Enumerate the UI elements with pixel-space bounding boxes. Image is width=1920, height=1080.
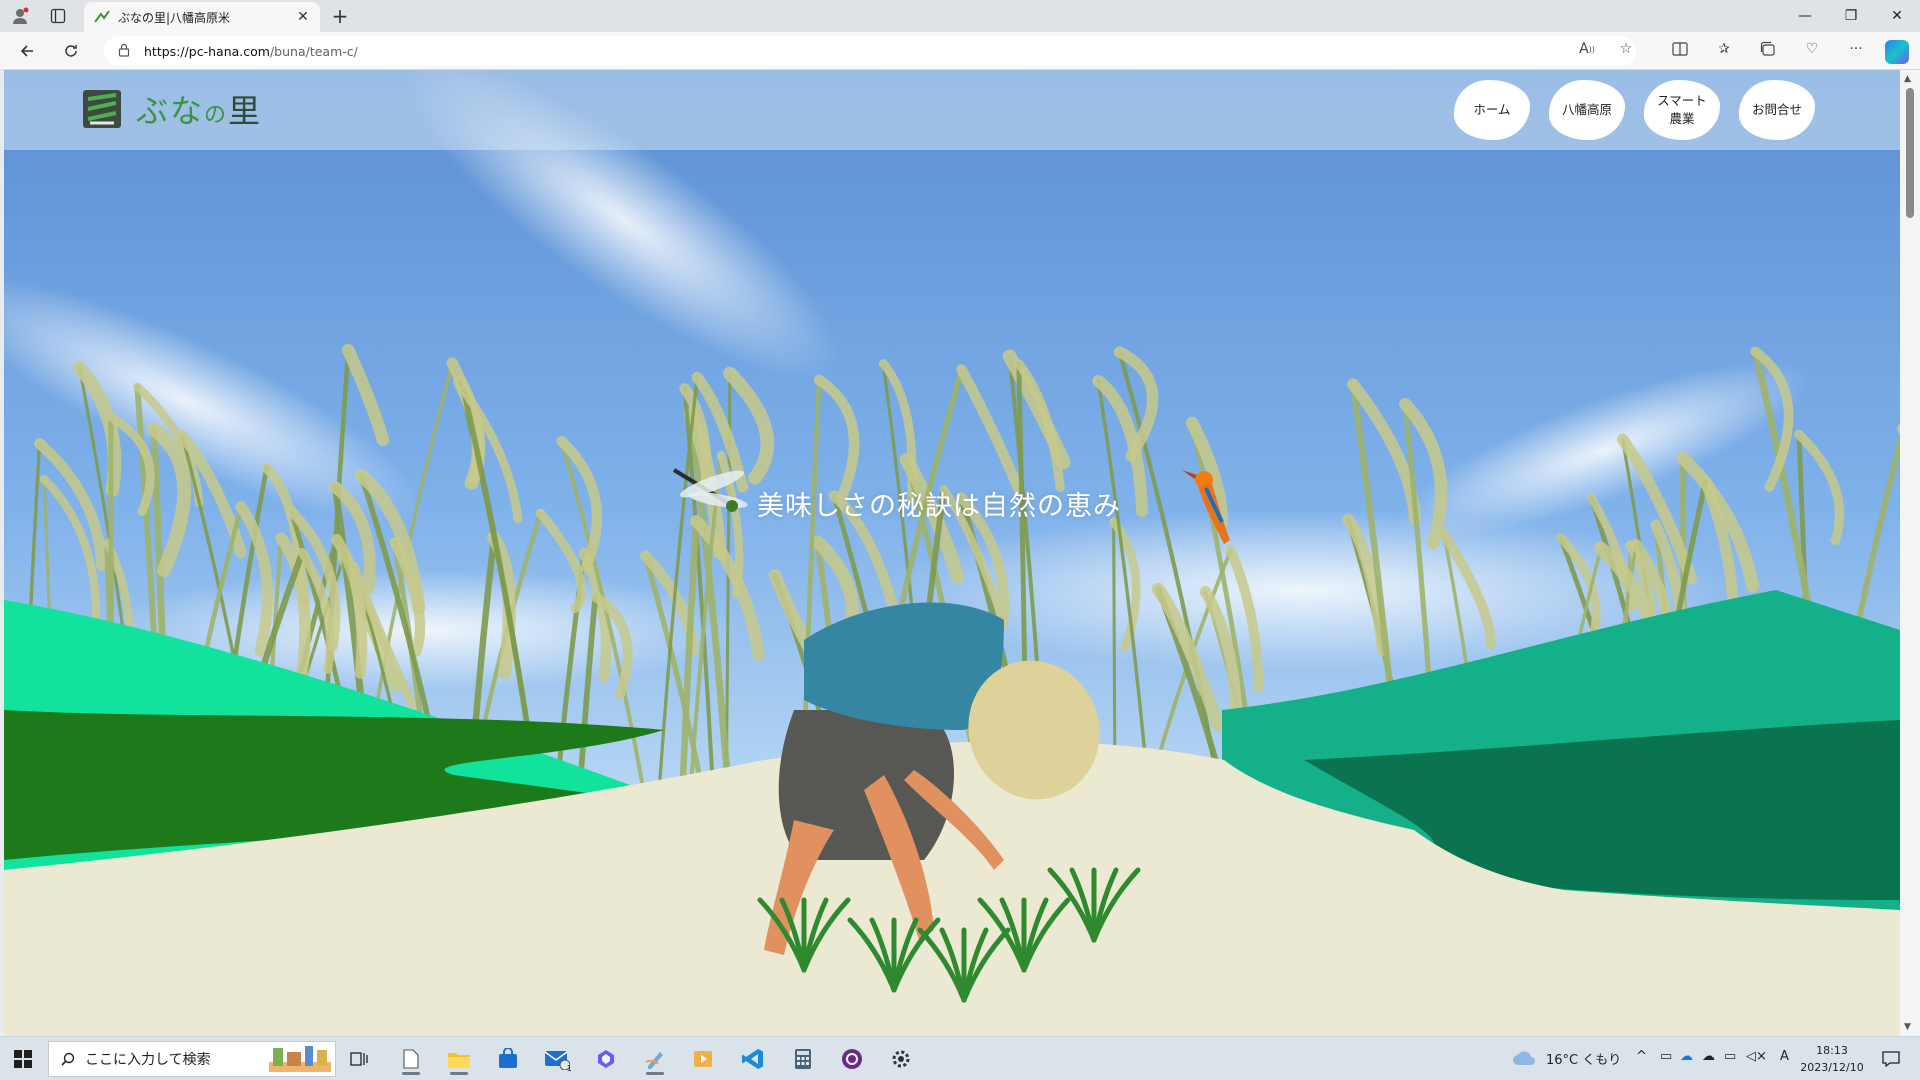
nav-yawata-kogen[interactable]: 八幡高原 bbox=[1549, 80, 1625, 140]
split-screen-icon[interactable] bbox=[1668, 38, 1692, 60]
site-header: ぶなの里 ホーム 八幡高原 スマート農業 お問合せ bbox=[4, 70, 1900, 150]
settings-gear-icon[interactable] bbox=[884, 1043, 918, 1075]
logo-text: ぶなの里 bbox=[136, 86, 262, 132]
file-explorer-icon[interactable] bbox=[442, 1043, 476, 1075]
weather-text[interactable]: 16°C くもり bbox=[1546, 1049, 1621, 1068]
calculator-icon[interactable] bbox=[786, 1043, 820, 1075]
refresh-button[interactable] bbox=[58, 39, 84, 63]
search-icon bbox=[61, 1052, 75, 1066]
back-icon bbox=[20, 45, 33, 57]
weather-cloud-icon[interactable] bbox=[1512, 1050, 1536, 1066]
nav-contact[interactable]: お問合せ bbox=[1739, 80, 1815, 140]
browser-toolbar: https://pc-hana.com/buna/team-c/ A)) ☆ ✰… bbox=[0, 32, 1920, 70]
new-tab-button[interactable]: + bbox=[328, 4, 352, 28]
back-button[interactable] bbox=[14, 39, 40, 63]
nav-home[interactable]: ホーム bbox=[1454, 80, 1530, 140]
nav-home-label: ホーム bbox=[1473, 102, 1511, 117]
more-icon[interactable]: ··· bbox=[1844, 38, 1868, 60]
scroll-down-arrow-icon[interactable]: ▼ bbox=[1904, 1022, 1911, 1032]
clock-date: 2023/12/10 bbox=[1800, 1061, 1864, 1074]
clock-time: 18:13 bbox=[1816, 1044, 1848, 1057]
running-indicator bbox=[402, 1072, 420, 1075]
ime-indicator[interactable]: A bbox=[1780, 1049, 1789, 1064]
running-indicator bbox=[646, 1072, 664, 1075]
logo-text-buna: ぶな bbox=[136, 92, 205, 130]
tab-actions-icon[interactable] bbox=[46, 4, 70, 28]
site-favicon-icon bbox=[94, 10, 110, 23]
file-icon[interactable] bbox=[394, 1043, 428, 1075]
browser-essentials-icon[interactable]: ♡ bbox=[1800, 38, 1824, 60]
lock-icon[interactable] bbox=[118, 43, 138, 60]
nav-yawata-label: 八幡高原 bbox=[1561, 102, 1612, 117]
logo-text-sato: 里 bbox=[228, 92, 263, 130]
hero-tagline: 美味しさの秘訣は自然の恵み bbox=[757, 491, 1121, 522]
volume-muted-icon[interactable]: ◁× bbox=[1746, 1049, 1767, 1064]
nav-smart-agriculture[interactable]: スマート 農業 bbox=[1644, 80, 1720, 140]
profile-icon[interactable] bbox=[8, 4, 32, 28]
minimize-button[interactable]: — bbox=[1782, 0, 1828, 32]
app-icon-media[interactable] bbox=[686, 1043, 720, 1075]
tray-chevron-up-icon[interactable]: ^ bbox=[1636, 1049, 1647, 1064]
favorite-star-icon[interactable]: ☆ bbox=[1614, 38, 1638, 60]
notification-icon[interactable] bbox=[1874, 1043, 1908, 1075]
copilot-icon[interactable] bbox=[1885, 40, 1909, 64]
onedrive-cloud-icon[interactable]: ☁ bbox=[1680, 1049, 1693, 1064]
app-icon-purple[interactable] bbox=[835, 1043, 869, 1075]
read-aloud-icon[interactable]: A)) bbox=[1575, 38, 1599, 60]
meet-now-icon[interactable]: ▭ bbox=[1660, 1049, 1672, 1064]
taskbar-search-box[interactable]: ここに入力して検索 bbox=[48, 1041, 336, 1077]
scroll-up-arrow-icon[interactable]: ▲ bbox=[1904, 74, 1911, 84]
nav-smart-label-line2: 農業 bbox=[1669, 111, 1695, 126]
rice-field-hero-illustration bbox=[4, 70, 1900, 1036]
logo-text-no: の bbox=[204, 103, 229, 128]
url-text[interactable]: https://pc-hana.com/buna/team-c/ bbox=[144, 44, 358, 59]
close-window-button[interactable]: ✕ bbox=[1874, 0, 1920, 32]
browser-tab-active[interactable]: ぶなの里|八幡高原米 ✕ bbox=[84, 2, 320, 32]
favorites-icon[interactable]: ✰ bbox=[1712, 38, 1736, 60]
tab-title: ぶなの里|八幡高原米 bbox=[118, 10, 231, 25]
search-highlight-image bbox=[269, 1046, 331, 1072]
mail-icon[interactable]: 1 bbox=[540, 1043, 574, 1075]
nav-smart-label-line1: スマート bbox=[1657, 93, 1707, 108]
site-logo[interactable]: ぶなの里 bbox=[82, 86, 262, 132]
close-tab-icon[interactable]: ✕ bbox=[294, 9, 312, 25]
network-icon[interactable]: ▭ bbox=[1724, 1049, 1736, 1064]
windows-start-icon[interactable] bbox=[6, 1043, 40, 1075]
url-host: https://pc-hana.com bbox=[144, 43, 270, 59]
taskbar-clock[interactable]: 18:13 2023/12/10 bbox=[1796, 1042, 1868, 1076]
onedrive-personal-icon[interactable]: ☁ bbox=[1702, 1049, 1715, 1064]
mail-badge: 1 bbox=[566, 1064, 572, 1073]
refresh-icon bbox=[65, 45, 77, 57]
logo-mark-icon bbox=[83, 90, 121, 128]
nav-contact-label: お問合せ bbox=[1751, 102, 1802, 117]
app-icon-photos[interactable] bbox=[589, 1043, 623, 1075]
windows-taskbar: ここに入力して検索 1 16°C くもり ^ ▭ ☁ ☁ ▭ ◁× A 18:1… bbox=[0, 1036, 1920, 1080]
browser-tab-strip: ぶなの里|八幡高原米 ✕ + — ❐ ✕ bbox=[0, 0, 1920, 32]
collections-icon[interactable] bbox=[1756, 38, 1780, 60]
scroll-thumb[interactable] bbox=[1906, 88, 1914, 218]
address-bar[interactable]: https://pc-hana.com/buna/team-c/ bbox=[104, 36, 1636, 66]
page-viewport: ぶなの里 ホーム 八幡高原 スマート農業 お問合せ 美味しさの秘訣は自然の恵み bbox=[4, 70, 1900, 1036]
running-indicator bbox=[450, 1072, 468, 1075]
store-icon[interactable] bbox=[491, 1043, 525, 1075]
task-view-icon[interactable] bbox=[342, 1043, 376, 1075]
search-placeholder: ここに入力して検索 bbox=[85, 1052, 211, 1068]
app-icon-editor[interactable] bbox=[638, 1043, 672, 1075]
restore-button[interactable]: ❐ bbox=[1828, 0, 1874, 32]
url-path: /buna/team-c/ bbox=[269, 43, 358, 59]
vscode-icon[interactable] bbox=[736, 1043, 770, 1075]
page-scrollbar[interactable]: ▲ ▼ bbox=[1900, 70, 1920, 1036]
